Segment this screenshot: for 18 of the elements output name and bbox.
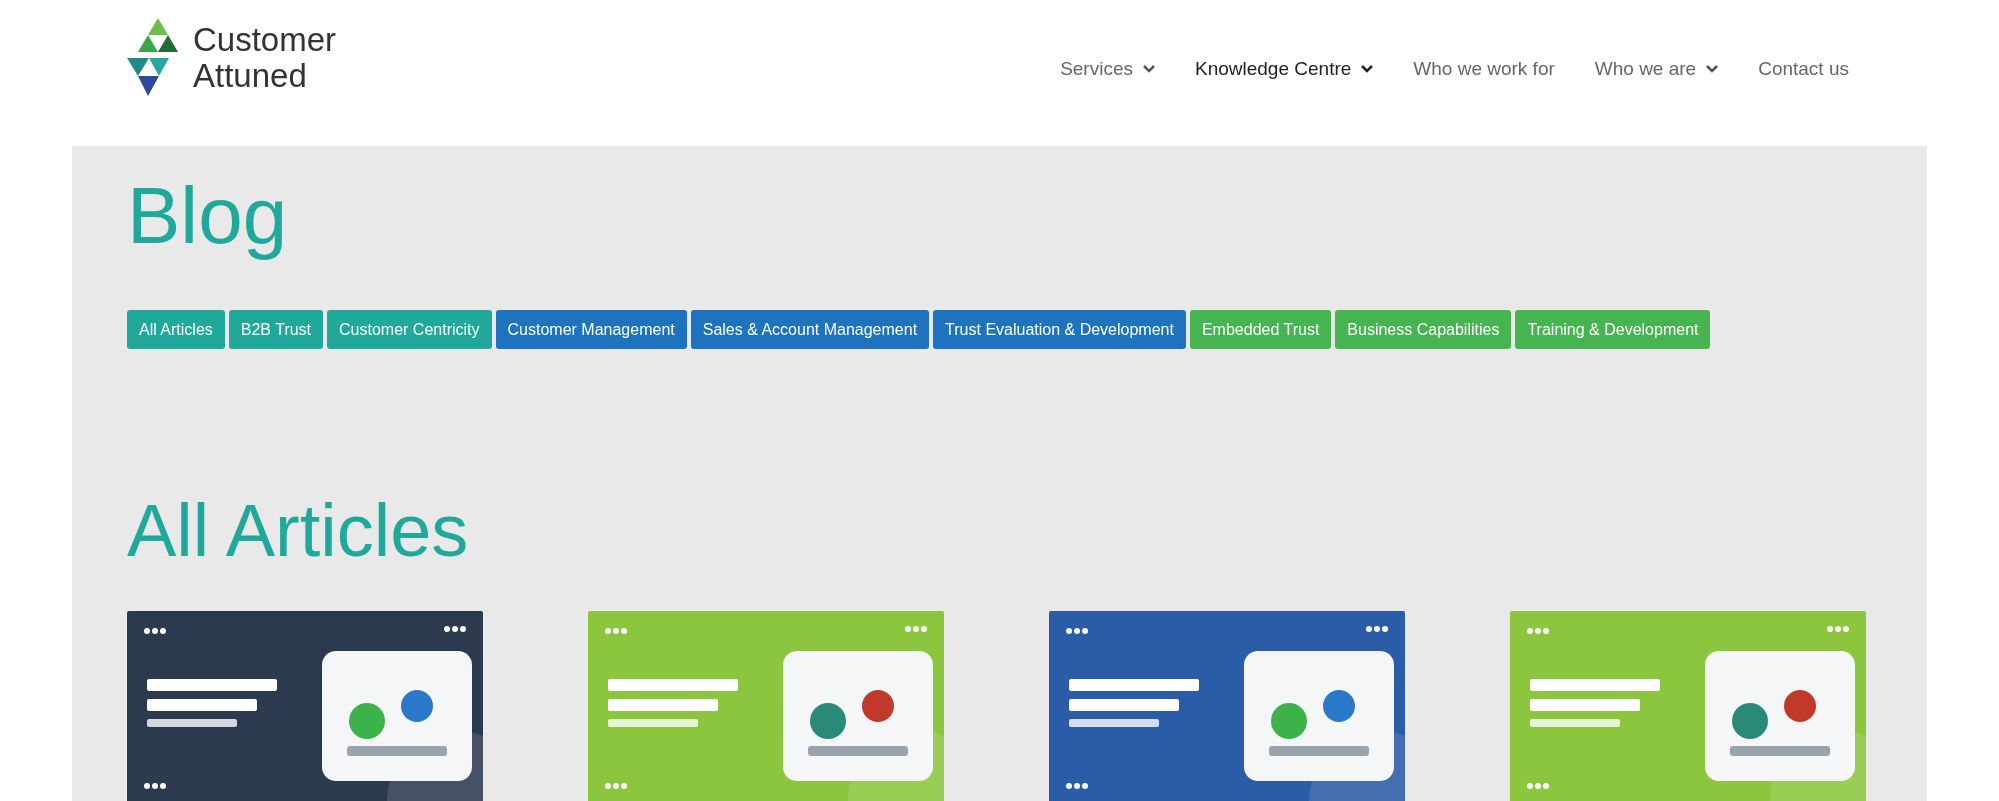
nav-link[interactable]: Contact us: [1758, 54, 1849, 84]
nav-link[interactable]: Who we work for: [1413, 54, 1555, 84]
page-title: Blog: [127, 170, 288, 262]
category-tag[interactable]: Trust Evaluation & Development: [933, 310, 1186, 349]
logo-text: Customer: [193, 22, 337, 58]
category-tag[interactable]: All Articles: [127, 310, 225, 349]
category-tag[interactable]: Business Capabilities: [1335, 310, 1512, 349]
section-title: All Articles: [127, 488, 469, 574]
category-tag[interactable]: Embedded Trust: [1189, 310, 1332, 349]
category-tag[interactable]: Training & Development: [1515, 310, 1711, 349]
logo-text: Attuned: [193, 58, 307, 94]
nav-link[interactable]: Knowledge Centre: [1195, 54, 1374, 84]
category-tag[interactable]: Customer Centricity: [327, 310, 492, 349]
category-tag[interactable]: B2B Trust: [228, 310, 324, 349]
nav-link[interactable]: Who we are: [1594, 54, 1719, 84]
nav-link[interactable]: Services: [1060, 54, 1155, 84]
category-tag[interactable]: Sales & Account Management: [690, 310, 930, 349]
category-tag[interactable]: Customer Management: [495, 310, 687, 349]
